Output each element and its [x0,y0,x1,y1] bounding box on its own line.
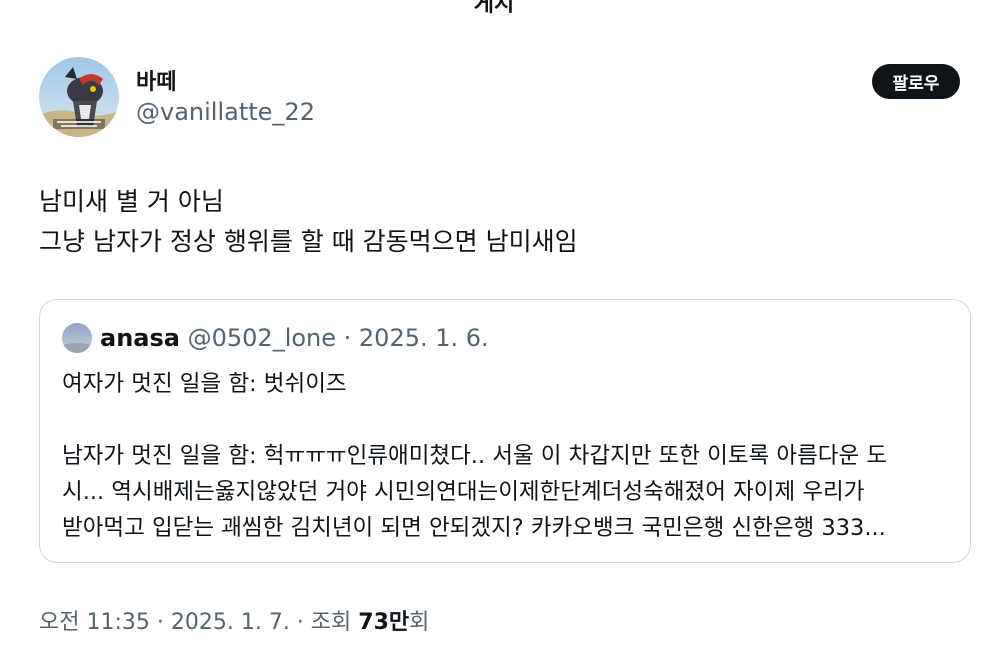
avatar-image [39,57,119,137]
quoted-author-handle[interactable]: @0502_lone [188,324,336,352]
views-prefix: 조회 [310,610,359,635]
quoted-author-avatar[interactable] [62,323,92,353]
quoted-line: 받아먹고 입닫는 괘씸한 김치년이 되면 안되겠지? 카카오뱅크 국민은행 신한… [62,515,886,541]
quoted-tweet-text: 여자가 멋진 일을 함: 벗쉬이즈 남자가 멋진 일을 함: 헉ㅠㅠㅠ인류애미쳤… [62,366,887,546]
quoted-avatar-image [62,323,92,353]
quoted-line: 시... 역시배제는옳지않았던 거야 시민의연대는이제한단계더성숙해졌어 자이제… [62,479,865,505]
meta-separator: · [149,610,171,635]
quoted-tweet-card[interactable]: anasa @0502_lone · 2025. 1. 6. 여자가 멋진 일을… [39,299,971,563]
tweet-meta: 오전 11:35 · 2025. 1. 7. · 조회 73만회 [39,604,429,636]
quoted-line-blank [62,402,887,438]
quoted-author-name[interactable]: anasa [100,324,180,352]
quoted-line: 남자가 멋진 일을 함: 헉ㅠㅠㅠ인류애미쳤다.. 서울 이 차갑지만 또한 이… [62,443,888,469]
tweet-text: 남미새 별 거 아님 그냥 남자가 정상 행위를 할 때 감동먹으면 남미새임 [39,182,578,262]
author-avatar[interactable] [39,57,119,137]
views-suffix: 회 [409,610,430,635]
quoted-separator: · [336,324,359,352]
meta-separator: · [289,610,311,635]
page-header-title: 게시 [473,0,515,17]
views-count: 73만 [358,610,410,635]
tweet-line: 그냥 남자가 정상 행위를 할 때 감동먹으면 남미새임 [39,227,578,256]
tweet-time[interactable]: 오전 11:35 [39,610,150,635]
tweet-date[interactable]: 2025. 1. 7. [171,610,290,635]
quoted-tweet-date[interactable]: 2025. 1. 6. [359,324,489,352]
follow-button[interactable]: 팔로우 [872,64,960,99]
quoted-line: 여자가 멋진 일을 함: 벗쉬이즈 [62,371,347,397]
author-handle[interactable]: @vanillatte_22 [136,98,315,126]
author-display-name[interactable]: 바떼 [136,64,176,96]
quoted-tweet-header: anasa @0502_lone · 2025. 1. 6. [100,324,489,352]
tweet-line: 남미새 별 거 아님 [39,187,224,216]
